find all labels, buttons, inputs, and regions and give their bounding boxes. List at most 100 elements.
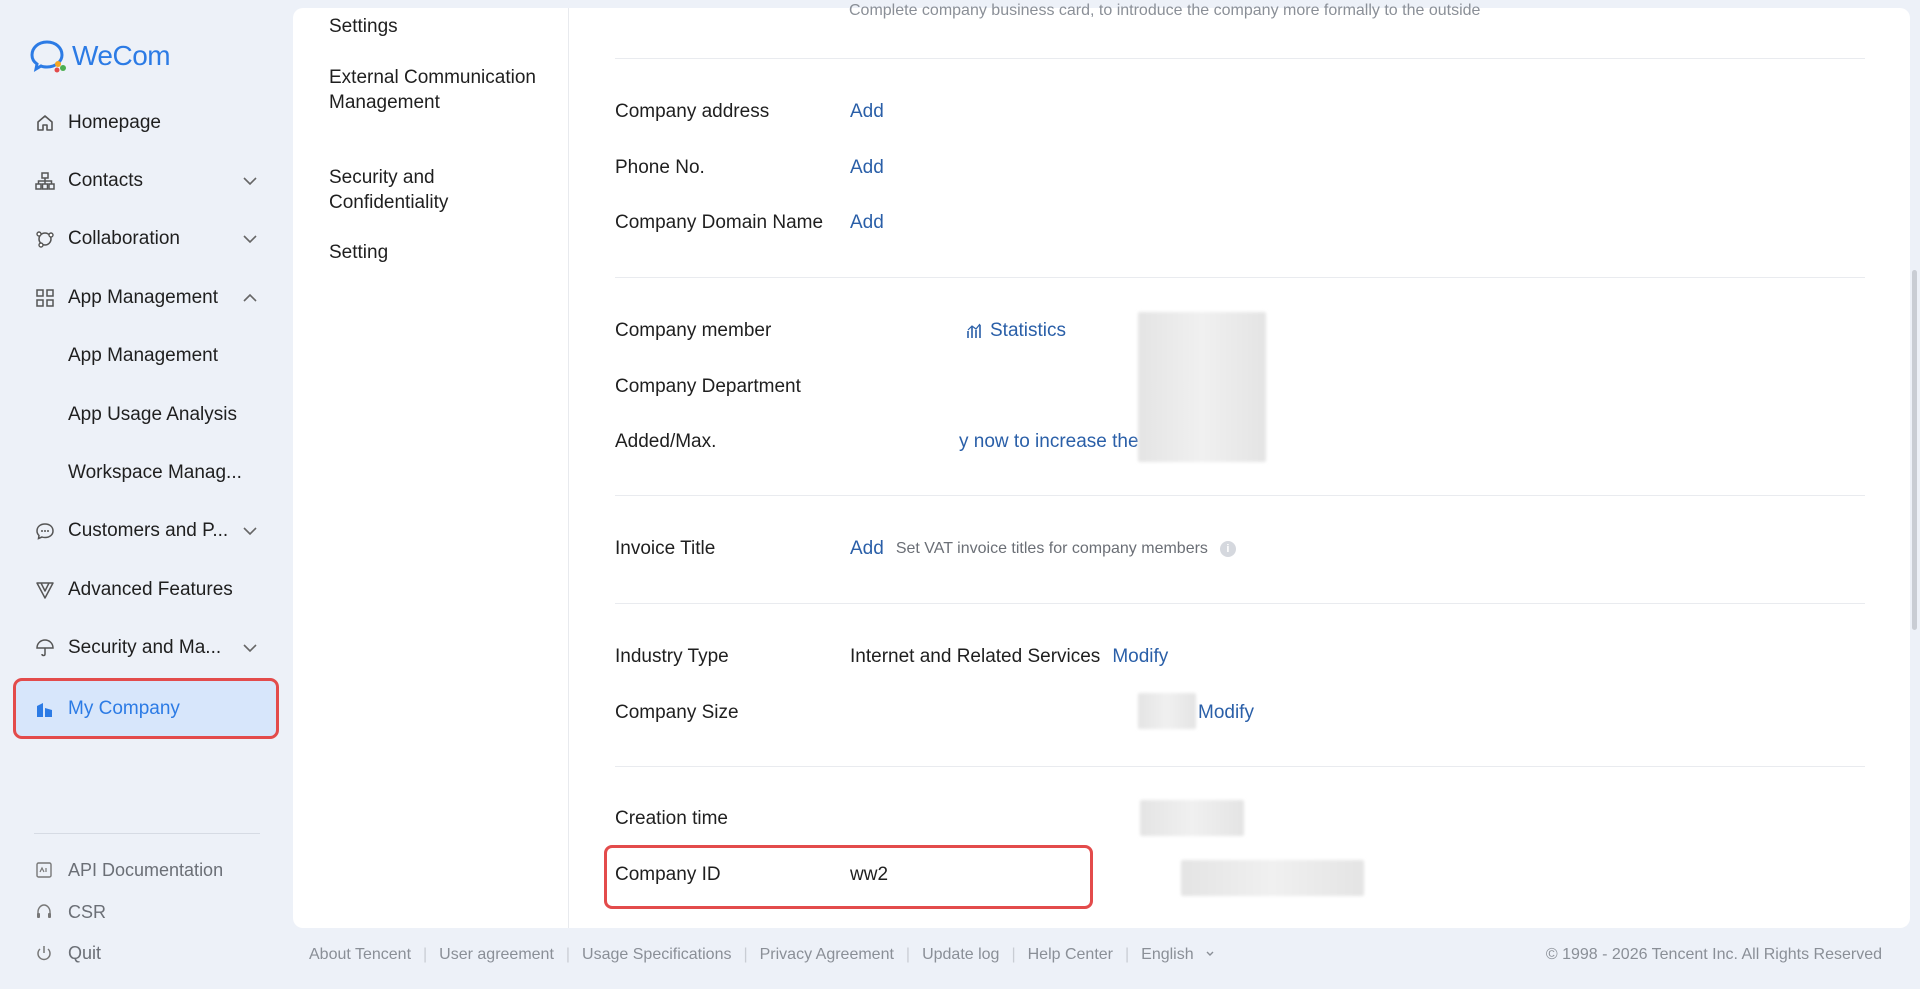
added-max-label: Added/Max.: [615, 431, 717, 452]
company-department-label: Company Department: [615, 376, 801, 397]
modify-industry-link[interactable]: Modify: [1112, 642, 1168, 672]
api-doc-icon: [34, 860, 54, 880]
invoice-title-label: Invoice Title: [615, 538, 716, 559]
domain-label: Company Domain Name: [615, 212, 824, 233]
footer-link-privacy[interactable]: Privacy Agreement: [760, 946, 894, 964]
subnav-item-security-confidentiality[interactable]: Security and Confidentiality: [329, 165, 549, 215]
chevron-down-icon: [243, 235, 257, 244]
settings-subnav: Settings External Communication Manageme…: [293, 8, 569, 928]
invoice-hint: Set VAT invoice titles for company membe…: [895, 540, 1208, 557]
chevron-up-icon: [243, 293, 257, 302]
statistics-icon: [967, 323, 981, 338]
add-invoice-title-link[interactable]: Add: [850, 534, 884, 564]
power-icon: [34, 943, 54, 963]
bottom-item-label: CSR: [68, 901, 107, 922]
company-member-label: Company member: [615, 320, 772, 341]
company-address-label: Company address: [615, 101, 770, 122]
footer-links: About Tencent | User agreement | Usage Spe…: [309, 943, 1216, 967]
info-icon[interactable]: i: [1219, 541, 1236, 557]
chevron-down-icon: [243, 644, 257, 653]
org-chart-icon: [34, 170, 56, 192]
company-id-highlight: [604, 845, 1093, 909]
sidebar-item-label: Collaboration: [68, 228, 180, 249]
divider: [615, 277, 1865, 278]
collaboration-icon: [34, 228, 56, 250]
sidebar-item-my-company[interactable]: My Company: [13, 678, 279, 739]
language-label: English: [1141, 946, 1194, 963]
add-phone-link[interactable]: Add: [850, 153, 884, 183]
divider: [615, 603, 1865, 604]
modify-size-link[interactable]: Modify: [1198, 698, 1254, 728]
creation-time-label: Creation time: [615, 808, 728, 829]
umbrella-icon: [34, 637, 56, 659]
sidebar-item-collaboration[interactable]: Collaboration: [16, 213, 276, 265]
subnav-item-setting[interactable]: Setting: [329, 240, 549, 265]
wecom-logo-icon: [30, 40, 66, 73]
api-documentation-link[interactable]: API Documentation: [34, 855, 223, 885]
subnav-item-settings[interactable]: Settings: [329, 14, 549, 39]
bottom-item-label: Quit: [68, 942, 102, 963]
company-size-label: Company Size: [615, 702, 739, 723]
copyright: © 1998 - 2026 Tencent Inc. All Rights Re…: [1545, 946, 1882, 963]
divider: [615, 766, 1865, 767]
sidebar-subitem-app-management[interactable]: App Management: [16, 330, 276, 382]
sidebar-item-label: My Company: [68, 697, 180, 719]
redacted-creation-time: [1140, 800, 1244, 836]
sidebar-item-security[interactable]: Security and Ma...: [16, 622, 276, 674]
footer-link-about[interactable]: About Tencent: [309, 946, 411, 964]
main-panel: Settings External Communication Manageme…: [293, 2, 1910, 928]
add-domain-link[interactable]: Add: [850, 208, 884, 238]
chevron-down-icon: [243, 527, 257, 536]
add-company-address-link[interactable]: Add: [850, 97, 884, 127]
sidebar-item-label: Security and Ma...: [68, 637, 222, 658]
footer-link-user-agreement[interactable]: User agreement: [439, 946, 554, 964]
sidebar-item-customers[interactable]: Customers and P...: [16, 505, 276, 557]
sidebar-item-advanced-features[interactable]: Advanced Features: [16, 564, 276, 616]
phone-label: Phone No.: [615, 157, 705, 178]
app-name: WeCom: [72, 40, 171, 71]
chevron-down-icon: [243, 177, 257, 186]
sidebar-item-label: Advanced Features: [68, 579, 233, 600]
sidebar-item-homepage[interactable]: Homepage: [16, 97, 276, 149]
csr-link[interactable]: CSR: [34, 897, 106, 927]
sidebar-divider: [34, 833, 260, 834]
sidebar-item-label: App Management: [68, 287, 218, 308]
home-icon: [34, 112, 56, 134]
redacted-member-stats: [1138, 312, 1266, 462]
quit-button[interactable]: Quit: [34, 938, 101, 968]
chat-bubble-icon: [34, 520, 56, 542]
statistics-link[interactable]: Statistics: [990, 316, 1066, 346]
apps-grid-icon: [34, 287, 56, 309]
footer-link-help-center[interactable]: Help Center: [1028, 946, 1113, 964]
industry-type-label: Industry Type: [615, 646, 729, 667]
sidebar-item-app-management[interactable]: App Management: [16, 272, 276, 324]
divider: [615, 58, 1865, 59]
sidebar-item-label: App Management: [68, 345, 218, 366]
headset-icon: [34, 902, 54, 922]
sidebar-item-label: App Usage Analysis: [68, 404, 237, 425]
sidebar-subitem-app-usage-analysis[interactable]: App Usage Analysis: [16, 389, 276, 441]
scrollbar[interactable]: [1912, 270, 1917, 630]
divider: [615, 495, 1865, 496]
company-info-content: Complete company business card, to intro…: [569, 2, 1910, 928]
sidebar-item-label: Workspace Manag...: [68, 462, 242, 483]
subnav-item-external-communication[interactable]: External Communication Management: [329, 65, 549, 115]
business-card-description: Complete company business card, to intro…: [849, 2, 1481, 19]
redacted-company-size: [1138, 693, 1196, 729]
sidebar-item-contacts[interactable]: Contacts: [16, 155, 276, 207]
sidebar-item-label: Homepage: [68, 112, 161, 133]
footer-link-update-log[interactable]: Update log: [922, 946, 999, 964]
language-selector[interactable]: English: [1141, 946, 1216, 964]
sidebar-subitem-workspace-management[interactable]: Workspace Manag...: [16, 447, 276, 499]
redacted-company-id: [1181, 860, 1364, 896]
sidebar-item-label: Customers and P...: [68, 520, 229, 541]
sidebar-item-label: Contacts: [68, 170, 143, 191]
advanced-icon: [34, 579, 56, 601]
wecom-logo[interactable]: WeCom: [30, 38, 171, 74]
sidebar: WeCom Homepage Contacts Collaboration Ap…: [0, 0, 290, 989]
company-icon: [34, 698, 56, 720]
bottom-item-label: API Documentation: [68, 859, 224, 880]
industry-type-value: Internet and Related Services: [850, 646, 1101, 667]
footer-link-usage-specs[interactable]: Usage Specifications: [582, 946, 731, 964]
chevron-down-icon: [1206, 951, 1214, 956]
